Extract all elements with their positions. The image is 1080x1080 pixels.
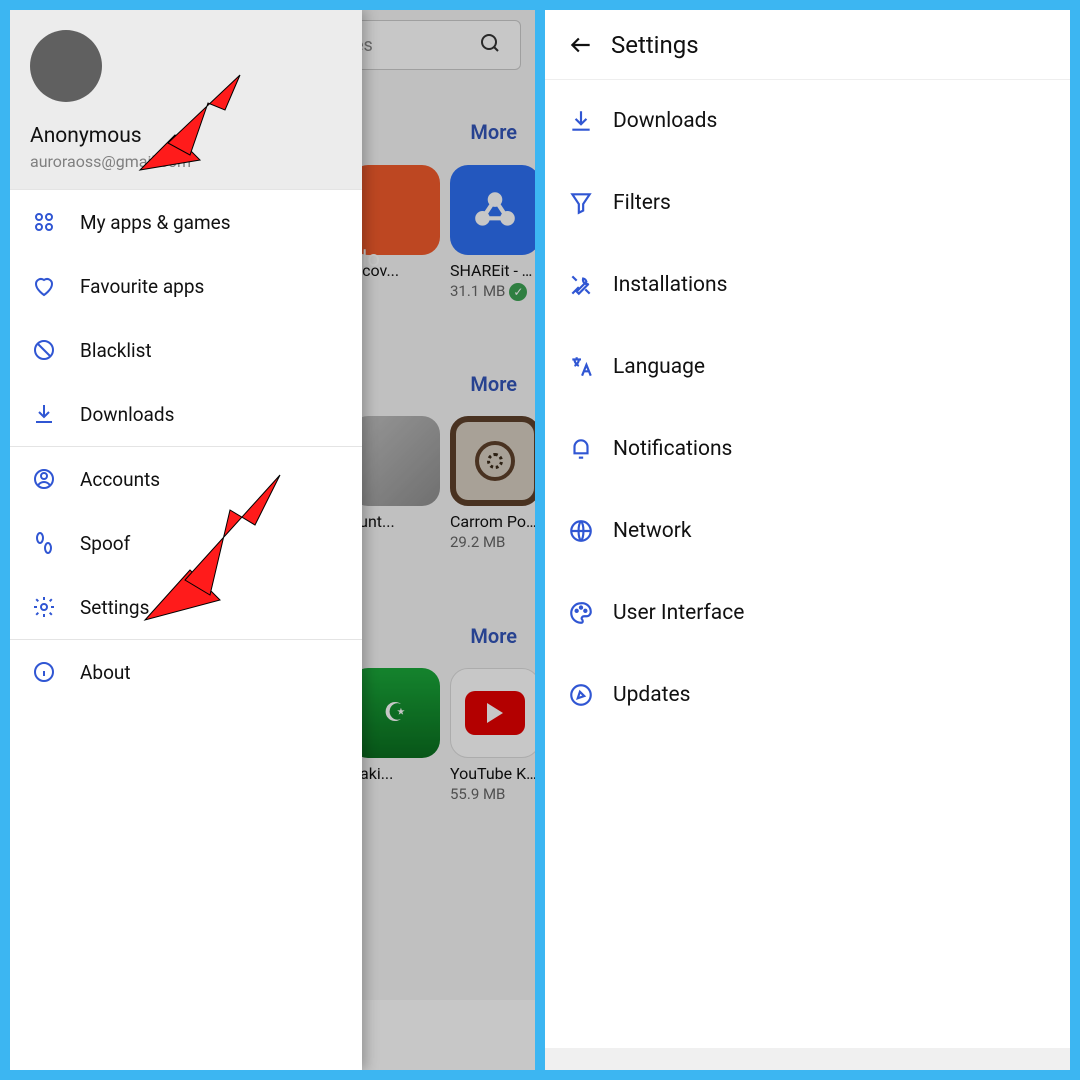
menu-favourite[interactable]: Favourite apps <box>10 254 362 318</box>
more-link-2[interactable]: More <box>470 372 517 396</box>
menu-accounts[interactable]: Accounts <box>10 447 362 511</box>
menu-label: Favourite apps <box>80 275 204 298</box>
setting-label: Network <box>613 519 692 543</box>
menu-downloads[interactable]: Downloads <box>10 382 362 446</box>
bell-icon <box>557 425 605 473</box>
user-name: Anonymous <box>30 124 342 148</box>
settings-header: Settings <box>545 10 1070 80</box>
more-link-3[interactable]: More <box>470 624 517 648</box>
settings-network[interactable]: Network <box>545 490 1070 572</box>
apps-icon <box>30 208 58 236</box>
settings-downloads[interactable]: Downloads <box>545 80 1070 162</box>
app-icon: ☪ <box>350 668 440 758</box>
menu-my-apps[interactable]: My apps & games <box>10 190 362 254</box>
settings-filters[interactable]: Filters <box>545 162 1070 244</box>
filter-icon <box>557 179 605 227</box>
setting-label: Installations <box>613 273 727 297</box>
settings-ui[interactable]: User Interface <box>545 572 1070 654</box>
avatar <box>30 30 102 102</box>
globe-icon <box>557 507 605 555</box>
app-tile[interactable]: ☪ Paki... <box>350 668 440 783</box>
user-email: auroraoss@gmail.com <box>30 152 342 171</box>
account-icon <box>30 465 58 493</box>
right-screenshot: Settings Downloads Filters Installations… <box>545 10 1070 1070</box>
app-icon <box>450 416 535 506</box>
setting-label: Filters <box>613 191 671 215</box>
app-tile[interactable]: lo iscov... <box>350 165 440 280</box>
settings-language[interactable]: Language <box>545 326 1070 408</box>
settings-installations[interactable]: Installations <box>545 244 1070 326</box>
menu-blacklist[interactable]: Blacklist <box>10 318 362 382</box>
back-button[interactable] <box>557 21 605 69</box>
settings-title: Settings <box>611 31 699 59</box>
more-link-1[interactable]: More <box>470 120 517 144</box>
verified-icon: ✓ <box>509 283 527 301</box>
app-icon <box>350 416 440 506</box>
left-screenshot: es More More More lo iscov... SHAREit - … <box>10 10 535 1070</box>
settings-notifications[interactable]: Notifications <box>545 408 1070 490</box>
arrow-left-icon <box>568 32 594 58</box>
app-size-text: 55.9 MB <box>450 785 535 803</box>
menu-label: Settings <box>80 596 149 619</box>
menu-label: Downloads <box>80 403 174 426</box>
app-icon <box>450 668 535 758</box>
menu-label: About <box>80 661 131 684</box>
search-icon <box>478 31 502 59</box>
menu-about[interactable]: About <box>10 640 362 704</box>
setting-label: User Interface <box>613 601 744 625</box>
palette-icon <box>557 589 605 637</box>
app-icon-text: lo <box>362 247 380 272</box>
menu-label: Blacklist <box>80 339 152 362</box>
app-icon <box>450 165 535 255</box>
app-tile[interactable]: SHAREit - Tr... 31.1 MB✓ <box>450 165 535 301</box>
menu-spoof[interactable]: Spoof <box>10 511 362 575</box>
setting-label: Updates <box>613 683 691 707</box>
android-nav-bar <box>545 1048 1070 1070</box>
app-name-text: YouTube Kid... <box>450 764 535 783</box>
settings-updates[interactable]: Updates <box>545 654 1070 736</box>
app-size-text: 29.2 MB <box>450 533 535 551</box>
app-icon: lo <box>350 165 440 255</box>
app-tile[interactable]: Carrom Poo... 29.2 MB <box>450 416 535 551</box>
app-name-text: Carrom Poo... <box>450 512 535 531</box>
heart-icon <box>30 272 58 300</box>
language-icon <box>557 343 605 391</box>
tools-icon <box>557 261 605 309</box>
app-tile[interactable]: YouTube Kid... 55.9 MB <box>450 668 535 803</box>
compass-icon <box>557 671 605 719</box>
drawer-header[interactable]: Anonymous auroraoss@gmail.com <box>10 10 362 189</box>
info-icon <box>30 658 58 686</box>
navigation-drawer: Anonymous auroraoss@gmail.com My apps & … <box>10 10 362 1070</box>
block-icon <box>30 336 58 364</box>
app-name-text: Paki... <box>350 764 440 783</box>
menu-label: My apps & games <box>80 211 231 234</box>
app-tile[interactable]: ount... <box>350 416 440 531</box>
menu-label: Accounts <box>80 468 160 491</box>
app-size-text: 31.1 MB✓ <box>450 282 535 301</box>
setting-label: Downloads <box>613 109 717 133</box>
spoof-icon <box>30 529 58 557</box>
app-name-text: ount... <box>350 512 440 531</box>
setting-label: Language <box>613 355 705 379</box>
gear-icon <box>30 593 58 621</box>
app-name-text: SHAREit - Tr... <box>450 261 535 280</box>
download-icon <box>30 400 58 428</box>
setting-label: Notifications <box>613 437 732 461</box>
search-bar[interactable]: es <box>341 20 521 70</box>
menu-settings[interactable]: Settings <box>10 575 362 639</box>
download-icon <box>557 97 605 145</box>
menu-label: Spoof <box>80 532 130 555</box>
